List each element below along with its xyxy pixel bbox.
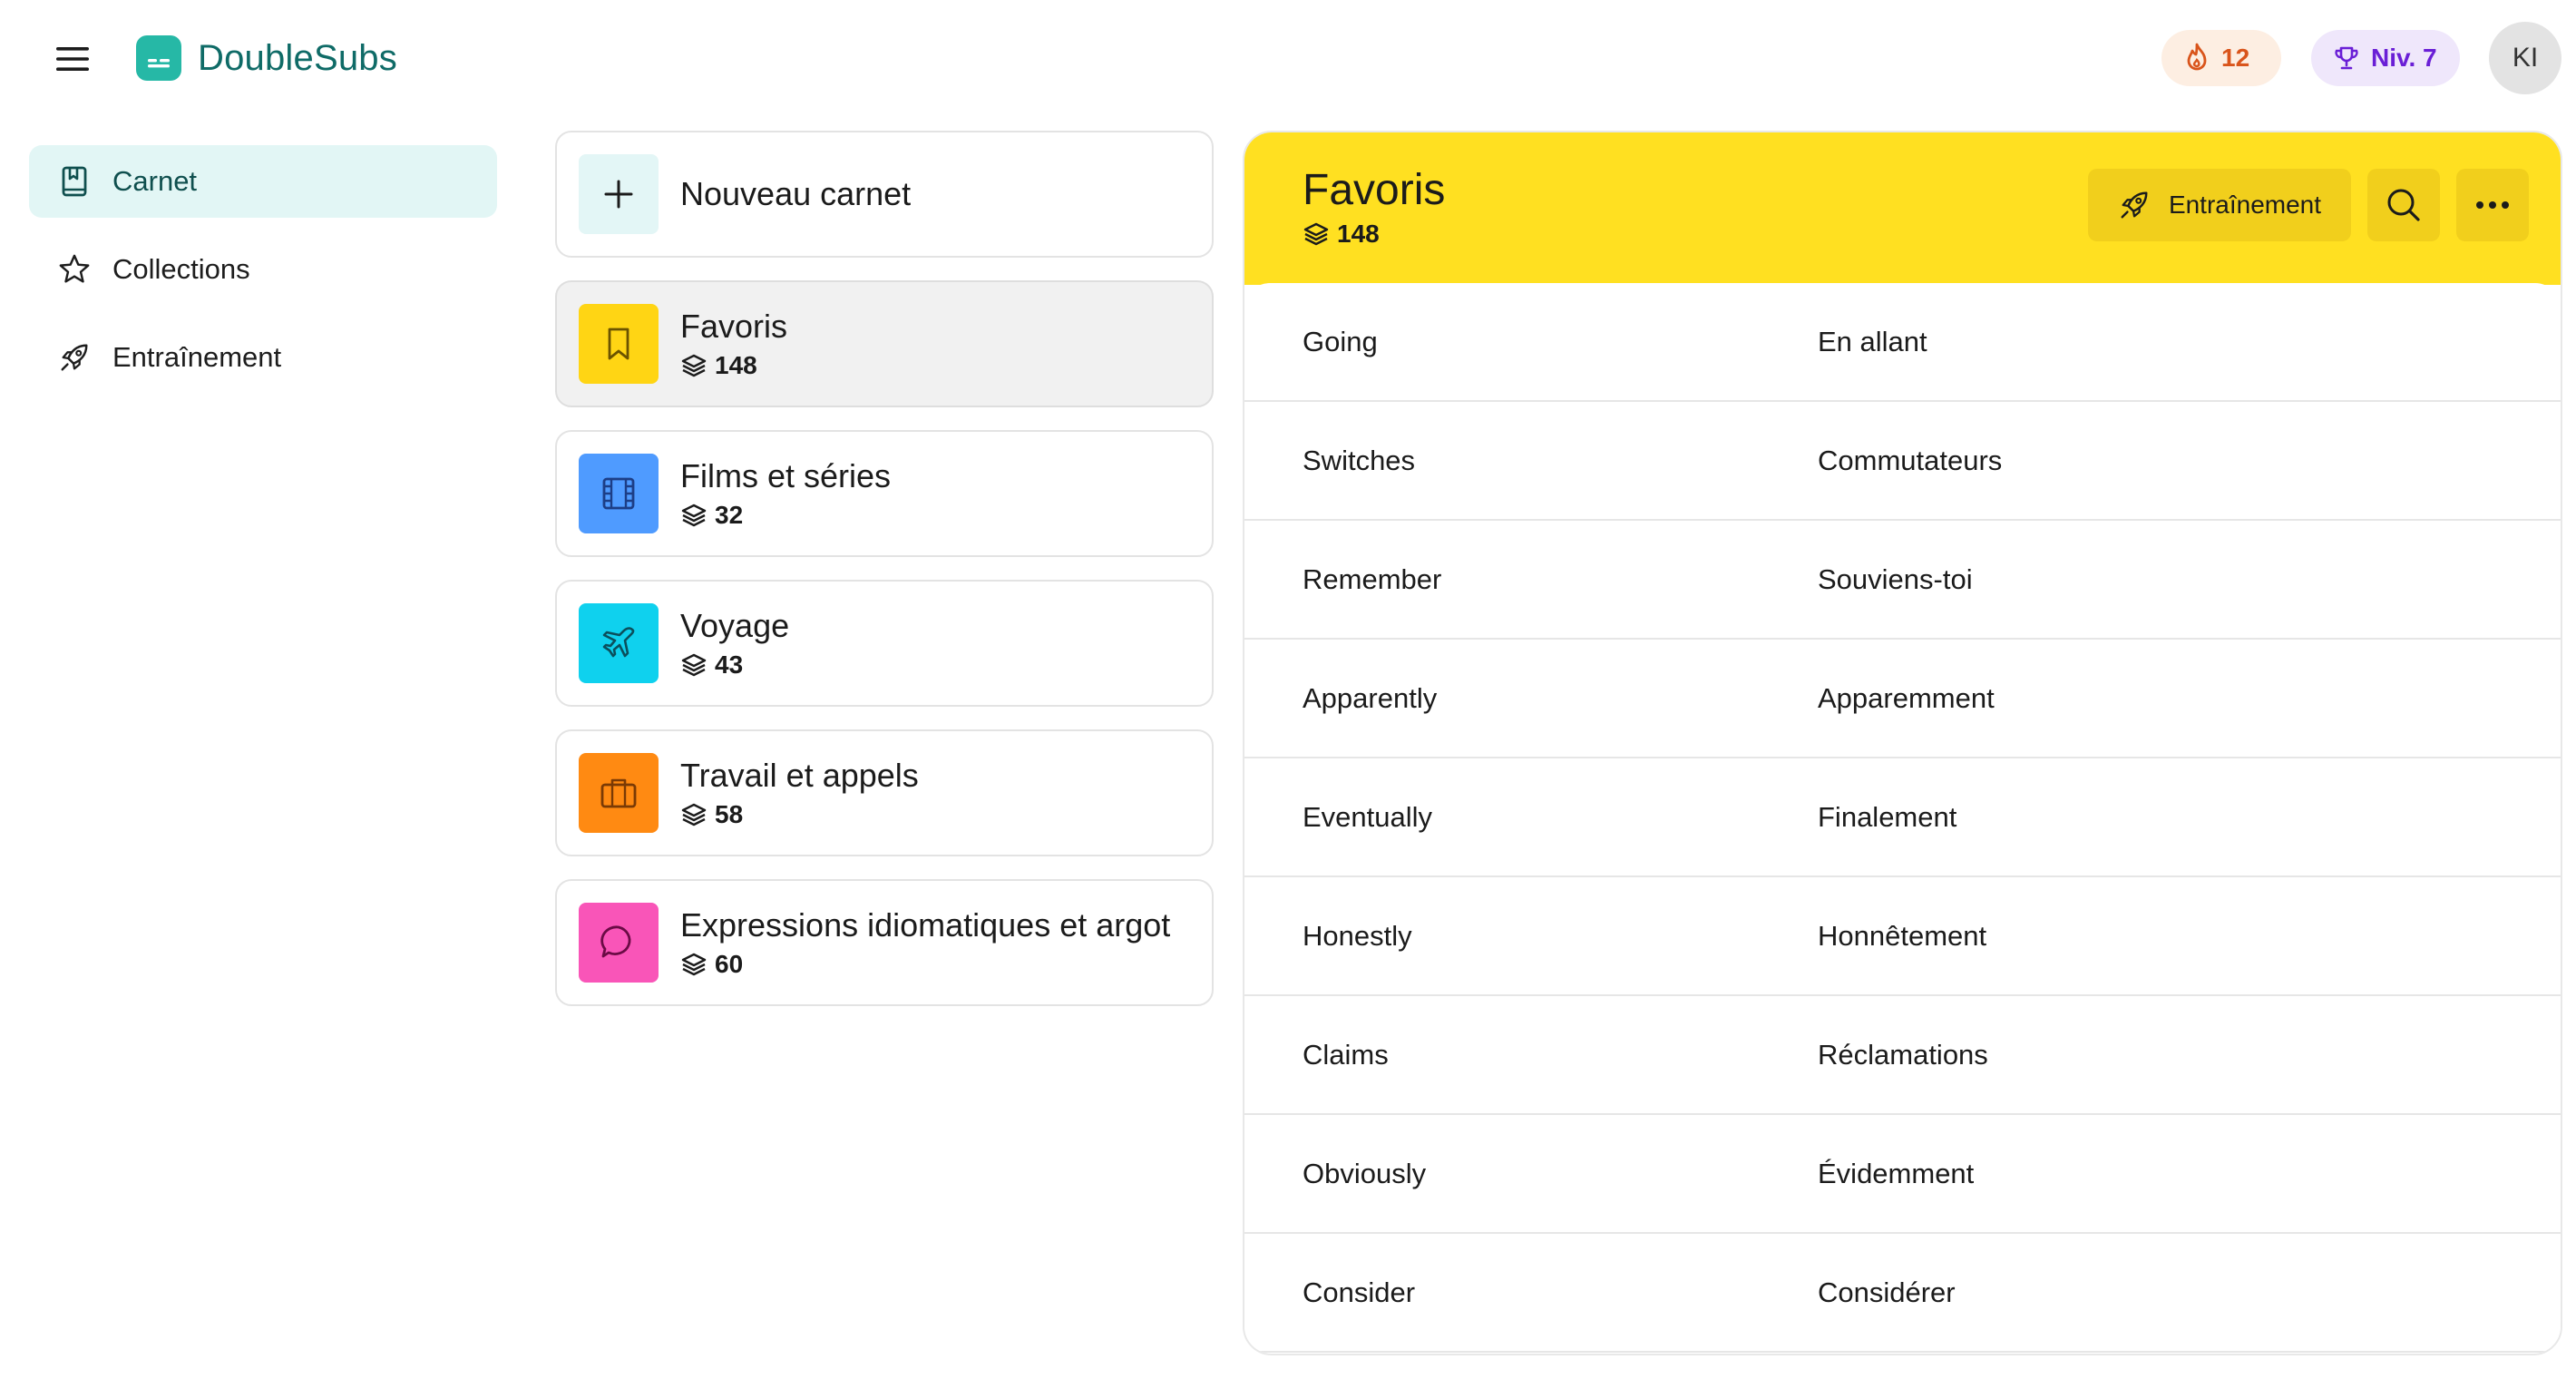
streak-badge[interactable]: 12 xyxy=(2161,30,2281,86)
flame-icon xyxy=(2187,43,2207,71)
brand[interactable]: DoubleSubs xyxy=(136,34,397,82)
notebook-card-voyage[interactable]: Voyage 43 xyxy=(555,580,1214,707)
word-source: Going xyxy=(1303,325,1378,357)
word-source: Switches xyxy=(1303,444,1416,476)
word-translation: Apparemment xyxy=(1818,681,1995,714)
word-row[interactable]: Remember Souviens-toi xyxy=(1244,521,2561,640)
notebook-list: Nouveau carnet Favoris 148 Films et séri… xyxy=(555,131,1214,1029)
notebook-title: Favoris xyxy=(680,308,788,346)
notebook-count: 148 xyxy=(715,350,757,379)
subtitles-logo-icon xyxy=(136,35,181,81)
word-source: Consider xyxy=(1303,1276,1416,1308)
word-translation: Commutateurs xyxy=(1818,444,2003,476)
bookmark-icon xyxy=(579,304,659,384)
word-source: Apparently xyxy=(1303,681,1438,714)
notebook-title: Voyage xyxy=(680,607,790,645)
train-button[interactable]: Entraînement xyxy=(2088,169,2351,241)
avatar-initials: KI xyxy=(2512,43,2539,73)
notebook-count: 58 xyxy=(715,799,744,828)
search-button[interactable] xyxy=(2367,169,2440,241)
detail-count-value: 148 xyxy=(1337,220,1380,248)
sidebar-item-entrainement[interactable]: Entraînement xyxy=(29,321,497,394)
briefcase-icon xyxy=(579,753,659,833)
layers-icon xyxy=(1303,222,1329,246)
word-translation: Réclamations xyxy=(1818,1038,1988,1071)
detail-count: 148 xyxy=(1303,220,1380,249)
new-notebook-button[interactable]: Nouveau carnet xyxy=(555,131,1214,258)
plus-icon xyxy=(579,154,659,234)
rocket-icon xyxy=(2121,191,2148,219)
notebook-card-travail[interactable]: Travail et appels 58 xyxy=(555,729,1214,856)
brand-name: DoubleSubs xyxy=(198,37,397,78)
hamburger-icon xyxy=(56,47,89,71)
word-source: Remember xyxy=(1303,562,1442,595)
notebook-card-films[interactable]: Films et séries 32 xyxy=(555,430,1214,557)
plane-icon xyxy=(579,603,659,683)
search-icon xyxy=(2387,189,2420,221)
word-translation: Honnêtement xyxy=(1818,919,1987,952)
train-button-label: Entraînement xyxy=(2168,191,2322,219)
word-source: Honestly xyxy=(1303,919,1412,952)
sidebar-item-label: Entraînement xyxy=(112,341,282,373)
sidebar-item-label: Carnet xyxy=(112,165,198,197)
word-row[interactable]: Obviously Évidemment xyxy=(1244,1115,2561,1234)
word-translation: Finalement xyxy=(1818,800,1957,833)
word-row[interactable]: Eventually Finalement xyxy=(1244,758,2561,877)
sidebar-item-carnet[interactable]: Carnet xyxy=(29,145,497,218)
rocket-icon xyxy=(58,341,91,374)
notebook-count: 43 xyxy=(715,650,744,679)
word-row[interactable]: Apparently Apparemment xyxy=(1244,640,2561,758)
word-row[interactable]: Honestly Honnêtement xyxy=(1244,877,2561,996)
trophy-icon xyxy=(2335,46,2358,70)
new-notebook-label: Nouveau carnet xyxy=(680,175,912,213)
word-translation: Souviens-toi xyxy=(1818,562,1973,595)
notebook-card-expressions[interactable]: Expressions idiomatiques et argot 60 xyxy=(555,879,1214,1006)
star-icon xyxy=(58,253,91,286)
word-row[interactable]: Switches Commutateurs xyxy=(1244,402,2561,521)
more-horizontal-icon xyxy=(2476,201,2509,209)
layers-icon xyxy=(681,504,707,526)
word-source: Claims xyxy=(1303,1038,1389,1071)
detail-header: Favoris 148 Entraînement xyxy=(1244,132,2561,285)
word-row[interactable]: Consider Considérer xyxy=(1244,1234,2561,1353)
sidebar: Carnet Collections Entraînement xyxy=(29,145,497,409)
word-translation: Évidemment xyxy=(1818,1157,1975,1189)
word-source: Obviously xyxy=(1303,1157,1427,1189)
notebook-count: 32 xyxy=(715,500,744,529)
level-badge[interactable]: Niv. 7 xyxy=(2311,30,2460,86)
layers-icon xyxy=(681,354,707,377)
word-translation: Considérer xyxy=(1818,1276,1956,1308)
layers-icon xyxy=(681,953,707,975)
detail-title: Favoris xyxy=(1303,166,1446,214)
notebook-title: Films et séries xyxy=(680,457,892,495)
notebook-count: 60 xyxy=(715,949,744,978)
word-list: Going En allant Switches Commutateurs Re… xyxy=(1244,283,2561,1353)
app-header: DoubleSubs 12 Niv. 7 KI xyxy=(0,0,2576,118)
notebook-detail-panel: Favoris 148 Entraînement Going En allant… xyxy=(1243,131,2562,1355)
layers-icon xyxy=(681,803,707,826)
streak-count: 12 xyxy=(2221,44,2250,72)
word-row[interactable]: Claims Réclamations xyxy=(1244,996,2561,1115)
notebook-title: Travail et appels xyxy=(680,757,919,795)
chat-bubble-icon xyxy=(579,903,659,983)
sidebar-item-collections[interactable]: Collections xyxy=(29,233,497,306)
word-translation: En allant xyxy=(1818,325,1927,357)
level-label: Niv. 7 xyxy=(2371,44,2437,72)
word-row[interactable]: Going En allant xyxy=(1244,283,2561,402)
menu-button[interactable] xyxy=(47,36,98,82)
avatar[interactable]: KI xyxy=(2489,22,2561,94)
notebook-card-favoris[interactable]: Favoris 148 xyxy=(555,280,1214,407)
word-source: Eventually xyxy=(1303,800,1433,833)
notebook-title: Expressions idiomatiques et argot xyxy=(680,906,1171,944)
film-icon xyxy=(579,454,659,533)
layers-icon xyxy=(681,653,707,676)
more-options-button[interactable] xyxy=(2456,169,2529,241)
sidebar-item-label: Collections xyxy=(112,253,250,285)
notebook-icon xyxy=(58,165,91,198)
